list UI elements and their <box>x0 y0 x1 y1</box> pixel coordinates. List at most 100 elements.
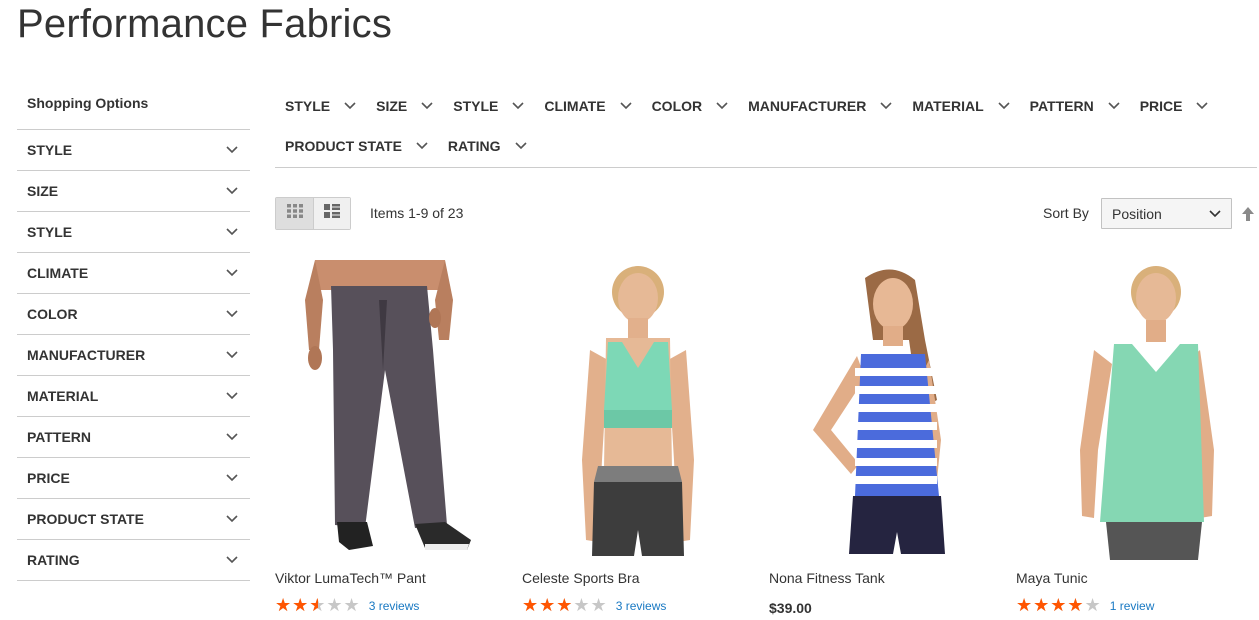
products-toolbar: Items 1-9 of 23 Sort By Position <box>275 197 1259 231</box>
rating-fill: ★★★★★ <box>522 597 574 615</box>
filter-label: MATERIAL <box>912 98 984 114</box>
chevron-down-icon <box>880 102 892 110</box>
grid-view-button[interactable] <box>276 198 313 229</box>
reviews-link[interactable]: 3 reviews <box>369 599 420 613</box>
product-rating: ★★★★★★★★★★ 3 reviews <box>275 597 419 615</box>
sidebar-filter-label: STYLE <box>27 224 73 240</box>
sidebar-filter-label: PATTERN <box>27 429 92 445</box>
rating-fill: ★★★★★ <box>1016 597 1085 615</box>
chevron-down-icon <box>226 228 238 236</box>
filter-row: PRODUCT STATE RATING <box>275 126 1257 166</box>
product-item: Nona Fitness Tank $39.00 <box>769 260 1009 616</box>
filter-label: SIZE <box>376 98 408 114</box>
filter-label: MANUFACTURER <box>748 98 867 114</box>
reviews-link[interactable]: 3 reviews <box>616 599 667 613</box>
chevron-down-icon <box>226 556 238 564</box>
sidebar-filter-style-2[interactable]: STYLE <box>17 212 250 253</box>
filter-dropdown-rating[interactable]: RATING <box>438 126 537 166</box>
rating-fill: ★★★★★ <box>275 597 318 615</box>
product-rating: ★★★★★★★★★★ 1 review <box>1016 597 1154 615</box>
sidebar-filter-climate[interactable]: CLIMATE <box>17 253 250 294</box>
chevron-down-icon <box>619 102 632 110</box>
sidebar-filter-label: CLIMATE <box>27 265 89 281</box>
chevron-down-icon <box>512 102 524 110</box>
filter-dropdown-size[interactable]: SIZE <box>366 86 443 126</box>
sidebar-filter-pattern[interactable]: PATTERN <box>17 417 250 458</box>
grid-icon <box>286 204 303 223</box>
chevron-down-icon <box>421 102 433 110</box>
filter-dropdown-material[interactable]: MATERIAL <box>902 86 1019 126</box>
sidebar-filter-color[interactable]: COLOR <box>17 294 250 335</box>
horizontal-filter-bar: STYLE SIZE STYLE CLIMATE COLOR MANUFACTU… <box>275 86 1257 168</box>
product-photo[interactable] <box>275 260 515 560</box>
filter-label: STYLE <box>453 98 499 114</box>
chevron-down-icon <box>1196 102 1209 110</box>
rating-stars: ★★★★★★★★★★ <box>522 595 608 616</box>
filter-dropdown-pattern[interactable]: PATTERN <box>1020 86 1130 126</box>
filter-label: STYLE <box>285 98 331 114</box>
chevron-down-icon <box>716 102 728 110</box>
chevron-down-icon <box>226 515 238 523</box>
chevron-down-icon <box>226 392 238 400</box>
filter-dropdown-climate[interactable]: CLIMATE <box>534 86 641 126</box>
list-view-button[interactable] <box>313 198 350 229</box>
sidebar-filter-label: PRICE <box>27 470 70 486</box>
filter-dropdown-style[interactable]: STYLE <box>275 86 366 126</box>
chevron-down-icon <box>226 146 238 154</box>
chevron-down-icon <box>226 351 238 359</box>
filter-row: STYLE SIZE STYLE CLIMATE COLOR MANUFACTU… <box>275 86 1257 126</box>
rating-stars: ★★★★★★★★★★ <box>1016 595 1102 616</box>
sidebar-filter-size[interactable]: SIZE <box>17 171 250 212</box>
chevron-down-icon <box>226 187 238 195</box>
filter-label: PRICE <box>1139 98 1183 114</box>
shopping-options-title: Shopping Options <box>17 90 250 130</box>
chevron-down-icon <box>416 142 428 150</box>
sidebar-filter-label: PRODUCT STATE <box>27 511 144 527</box>
filter-label: COLOR <box>651 98 703 114</box>
sidebar-filter-product-state[interactable]: PRODUCT STATE <box>17 499 250 540</box>
product-photo[interactable] <box>769 260 1009 560</box>
chevron-down-icon <box>344 102 356 110</box>
chevron-down-icon <box>514 142 527 150</box>
filter-dropdown-price[interactable]: PRICE <box>1130 86 1219 126</box>
list-icon <box>324 204 340 223</box>
filter-dropdown-product-state[interactable]: PRODUCT STATE <box>275 126 438 166</box>
sidebar-filter-label: MATERIAL <box>27 388 99 404</box>
filter-label: PATTERN <box>1029 98 1094 114</box>
sidebar-filter-manufacturer[interactable]: MANUFACTURER <box>17 335 250 376</box>
sidebar-filter-label: STYLE <box>27 142 73 158</box>
filter-dropdown-color[interactable]: COLOR <box>642 86 739 126</box>
chevron-down-icon <box>226 310 238 318</box>
chevron-down-icon <box>1209 209 1221 218</box>
reviews-link[interactable]: 1 review <box>1110 599 1155 613</box>
sidebar-filter-price[interactable]: PRICE <box>17 458 250 499</box>
sidebar-filter-style[interactable]: STYLE <box>17 130 250 171</box>
sort-by-value: Position <box>1112 205 1162 222</box>
product-name-link[interactable]: Celeste Sports Bra <box>522 570 640 586</box>
sidebar-filters: Shopping Options STYLE SIZE STYLE CLIMAT… <box>17 90 250 581</box>
chevron-down-icon <box>226 474 238 482</box>
sort-by-select[interactable]: Position <box>1101 198 1232 229</box>
sidebar-filter-material[interactable]: MATERIAL <box>17 376 250 417</box>
product-photo[interactable] <box>522 260 762 560</box>
sort-direction-arrow-up-icon[interactable] <box>1241 206 1255 222</box>
page-title: Performance Fabrics <box>17 2 393 46</box>
chevron-down-icon <box>226 269 238 277</box>
product-item: Celeste Sports Bra ★★★★★★★★★★ 3 reviews <box>522 260 762 615</box>
sort-by-label: Sort By <box>1043 205 1089 221</box>
sidebar-filter-label: MANUFACTURER <box>27 347 146 363</box>
product-name-link[interactable]: Viktor LumaTech™ Pant <box>275 570 426 586</box>
chevron-down-icon <box>1108 102 1120 110</box>
product-item: Maya Tunic ★★★★★★★★★★ 1 review <box>1016 260 1256 615</box>
product-name-link[interactable]: Nona Fitness Tank <box>769 570 885 586</box>
chevron-down-icon <box>998 102 1010 110</box>
product-name-link[interactable]: Maya Tunic <box>1016 570 1088 586</box>
filter-dropdown-manufacturer[interactable]: MANUFACTURER <box>738 86 902 126</box>
filter-label: RATING <box>447 138 501 154</box>
product-item: Viktor LumaTech™ Pant ★★★★★★★★★★ 3 revie… <box>275 260 515 615</box>
sidebar-filter-label: SIZE <box>27 183 59 199</box>
filter-label: PRODUCT STATE <box>285 138 402 154</box>
sidebar-filter-rating[interactable]: RATING <box>17 540 250 581</box>
product-photo[interactable] <box>1016 260 1256 560</box>
filter-dropdown-style-2[interactable]: STYLE <box>443 86 534 126</box>
